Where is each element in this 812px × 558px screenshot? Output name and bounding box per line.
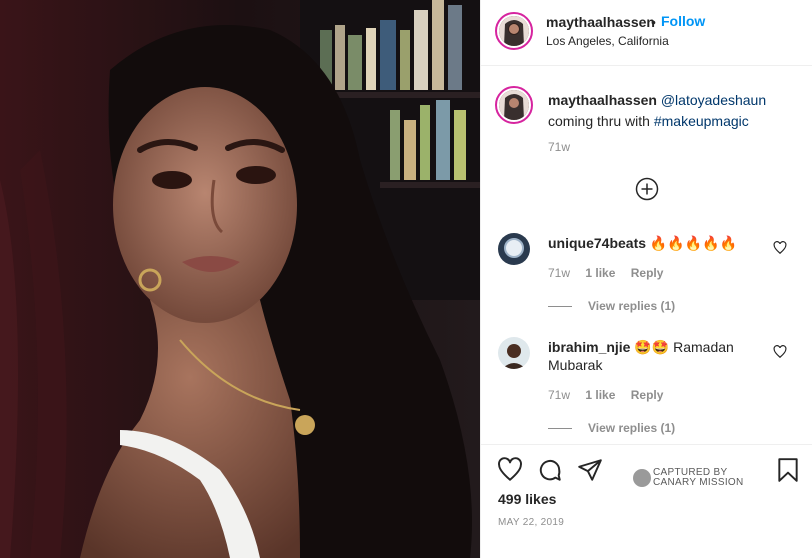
comment-button[interactable] <box>537 457 563 483</box>
view-replies-label: View replies (1) <box>588 421 676 435</box>
comment-avatar[interactable] <box>498 337 530 369</box>
author-avatar[interactable] <box>495 12 533 50</box>
author-username[interactable]: maythaalhassen <box>546 14 655 30</box>
view-replies-button[interactable]: View replies (1) <box>548 421 675 435</box>
share-button[interactable] <box>577 457 603 483</box>
caption-hashtag[interactable]: #makeupmagic <box>654 113 749 129</box>
caption-mention[interactable]: @latoyadeshaun <box>661 92 766 108</box>
post-photo[interactable] <box>0 0 480 558</box>
follow-button[interactable]: Follow <box>661 13 705 29</box>
post-header: maythaalhassen • Follow Los Angeles, Cal… <box>481 0 812 66</box>
comment-username[interactable]: ibrahim_njie <box>548 339 630 355</box>
view-replies-button[interactable]: View replies (1) <box>548 299 675 313</box>
view-replies-line <box>548 306 572 308</box>
caption-text: maythaalhassen @latoyadeshaun coming thr… <box>548 90 798 132</box>
caption-time: 71w <box>548 140 571 154</box>
view-replies-line <box>548 428 572 430</box>
load-more-comments-button[interactable] <box>635 177 659 201</box>
view-replies-label: View replies (1) <box>588 299 676 313</box>
post-sidebar: maythaalhassen • Follow Los Angeles, Cal… <box>480 0 812 558</box>
comment-meta: 71w 1 like Reply <box>548 388 675 402</box>
comment-avatar[interactable] <box>498 233 530 265</box>
like-button[interactable] <box>497 457 523 483</box>
comment-time: 71w <box>548 388 571 402</box>
comment-likes[interactable]: 1 like <box>585 388 615 402</box>
comment-like-button[interactable] <box>773 345 787 359</box>
location-link[interactable]: Los Angeles, California <box>546 34 669 48</box>
captured-by-watermark: CAPTURED BY CANARY MISSION <box>633 467 753 491</box>
save-button[interactable] <box>775 457 801 483</box>
caption-body: coming thru with <box>548 113 650 129</box>
comment-text: ibrahim_njie 🤩🤩 Ramadan Mubarak <box>548 338 748 374</box>
post-date: MAY 22, 2019 <box>498 517 565 528</box>
comment-meta: 71w 1 like Reply <box>548 266 675 280</box>
share-icon <box>578 459 602 481</box>
comment-time: 71w <box>548 266 571 280</box>
caption-username[interactable]: maythaalhassen <box>548 92 657 108</box>
post-photo-image <box>0 0 480 558</box>
caption-author-avatar[interactable] <box>495 86 533 124</box>
small-heart-icon <box>773 241 787 255</box>
comment-reply-button[interactable]: Reply <box>631 388 664 402</box>
comment-text: unique74beats 🔥🔥🔥🔥🔥 <box>548 234 748 252</box>
comment-body: 🔥🔥🔥🔥🔥 <box>649 235 738 251</box>
separator-dot: • <box>651 14 656 30</box>
comment-username[interactable]: unique74beats <box>548 235 646 251</box>
canary-logo-icon <box>633 469 651 487</box>
comment-icon <box>539 459 561 481</box>
bookmark-icon <box>778 458 798 482</box>
watermark-line-2: CANARY MISSION <box>653 477 744 488</box>
comment-reply-button[interactable]: Reply <box>631 266 664 280</box>
comment-like-button[interactable] <box>773 241 787 255</box>
small-heart-icon <box>773 345 787 359</box>
heart-icon <box>498 457 522 481</box>
plus-circle-icon <box>635 177 659 201</box>
likes-count[interactable]: 499 likes <box>498 491 556 507</box>
post-actions: CAPTURED BY CANARY MISSION 499 likes MAY… <box>481 444 812 558</box>
comment-likes[interactable]: 1 like <box>585 266 615 280</box>
